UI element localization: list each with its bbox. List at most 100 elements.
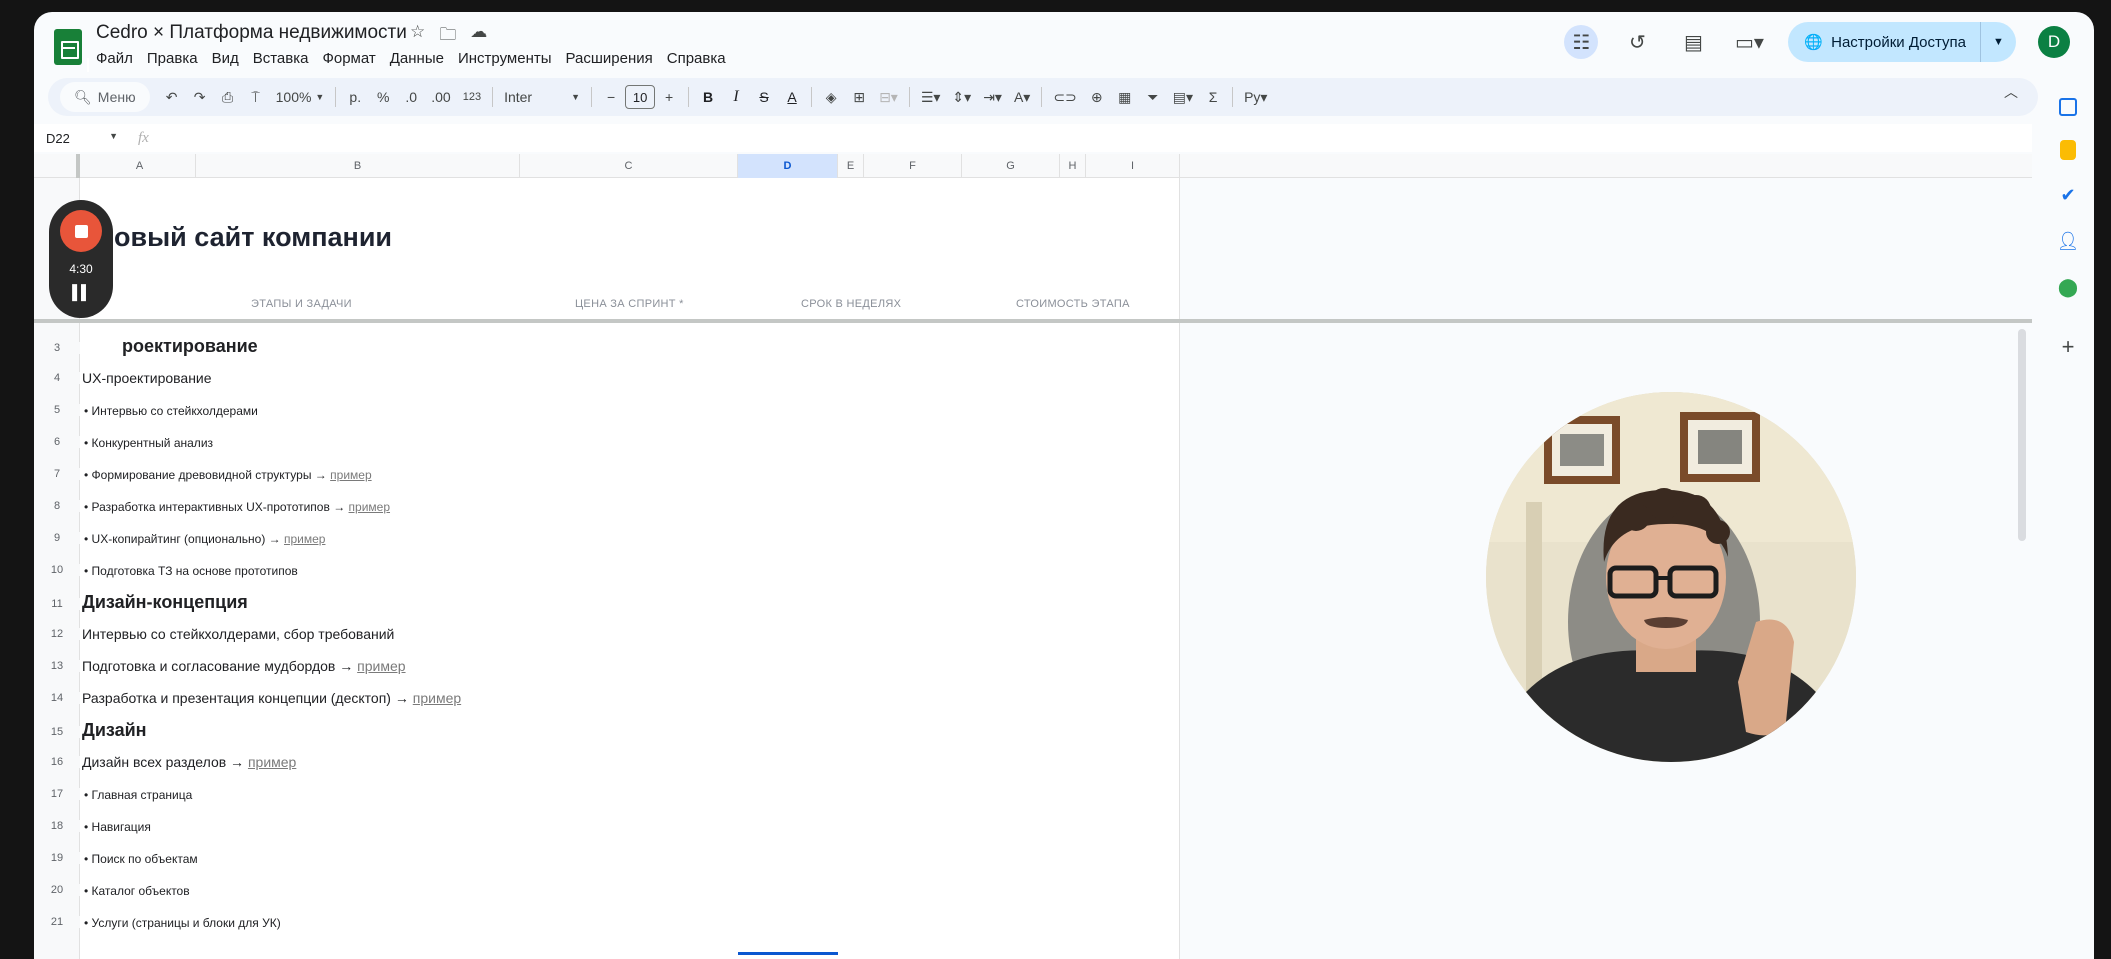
text-color-button[interactable]: A (778, 82, 806, 112)
task-cell[interactable]: • Услуги (страницы и блоки для УК) (84, 916, 281, 930)
font-size-input[interactable]: 10 (625, 85, 656, 109)
present-icon[interactable]: ☷ (1564, 25, 1599, 59)
column-header-g[interactable]: G (962, 154, 1060, 178)
menu-data[interactable]: Данные (390, 50, 444, 67)
calendar-icon[interactable] (2059, 98, 2077, 116)
task-cell[interactable]: Интервью со стейкхолдерами, сбор требова… (82, 626, 394, 642)
task-cell[interactable]: • Каталог объектов (84, 884, 190, 898)
insert-comment-icon[interactable]: ⊕ (1083, 82, 1111, 112)
task-cell[interactable]: • Подготовка ТЗ на основе прототипов (84, 564, 298, 578)
task-cell[interactable]: • Разработка интерактивных UX-прототипов… (84, 500, 390, 514)
borders-icon[interactable]: ⊞ (845, 82, 873, 112)
menu-extensions[interactable]: Расширения (566, 50, 653, 67)
history-icon[interactable]: ↺ (1620, 25, 1654, 59)
contacts-icon[interactable]: 👤︎ (2057, 230, 2080, 252)
strikethrough-button[interactable]: S (750, 82, 778, 112)
italic-button[interactable]: I (722, 82, 750, 112)
webcam-bubble[interactable] (1486, 392, 1856, 762)
section-heading-cell[interactable]: Дизайн (82, 720, 147, 741)
example-link[interactable]: пример (248, 754, 296, 770)
task-cell[interactable]: UX-проектирование (82, 370, 212, 386)
menu-edit[interactable]: Правка (147, 50, 198, 67)
horizontal-align-icon[interactable]: ☰▾ (915, 82, 947, 112)
row-header[interactable]: 18 (34, 820, 80, 832)
fill-color-icon[interactable]: ◈ (817, 82, 845, 112)
row-header[interactable]: 20 (34, 884, 80, 896)
column-header-a[interactable]: A (84, 154, 196, 178)
pause-icon[interactable]: ▌▌ (49, 284, 113, 300)
column-header-d[interactable]: D (738, 154, 838, 178)
row-header[interactable]: 7 (34, 468, 80, 480)
row-header[interactable]: 5 (34, 404, 80, 416)
menu-insert[interactable]: Вставка (253, 50, 309, 67)
select-all-corner[interactable] (34, 154, 80, 178)
font-size-increase-icon[interactable]: + (655, 82, 683, 112)
avatar[interactable]: D (2038, 26, 2070, 58)
task-cell[interactable]: • Интервью со стейкхолдерами (84, 404, 258, 418)
collapse-toolbar-icon[interactable]: ︿ (2004, 82, 2018, 102)
star-icon[interactable]: ☆ (410, 22, 425, 51)
task-cell[interactable]: • UX-копирайтинг (опционально) → пример (84, 532, 325, 546)
example-link[interactable]: пример (284, 532, 325, 546)
row-header[interactable]: 10 (34, 564, 80, 576)
comments-icon[interactable]: ▤ (1676, 25, 1710, 59)
menu-view[interactable]: Вид (212, 50, 239, 67)
example-link[interactable]: пример (330, 468, 371, 482)
print-icon[interactable]: ⎙ (214, 82, 242, 112)
column-header-h[interactable]: H (1060, 154, 1086, 178)
task-cell[interactable]: • Главная страница (84, 788, 192, 802)
font-size-decrease-icon[interactable]: − (597, 82, 625, 112)
text-wrap-icon[interactable]: ⇥▾ (977, 82, 1008, 112)
paint-format-icon[interactable]: ⍑ (242, 82, 270, 112)
vertical-scrollbar[interactable] (2018, 329, 2026, 541)
vertical-align-icon[interactable]: ⇕▾ (946, 82, 977, 112)
percent-format-button[interactable]: % (369, 82, 397, 112)
row-header[interactable]: 8 (34, 500, 80, 512)
column-header-f[interactable]: F (864, 154, 962, 178)
merge-cells-icon[interactable]: ⊟▾ (873, 82, 904, 112)
section-heading-cell[interactable]: Дизайн-концепция (82, 592, 248, 613)
row-header[interactable]: 16 (34, 756, 80, 768)
menu-file[interactable]: Файл (96, 50, 133, 67)
insert-chart-icon[interactable]: ▦ (1111, 82, 1139, 112)
column-header-i[interactable]: I (1086, 154, 1180, 178)
row-header[interactable]: 11 (34, 598, 80, 610)
share-button[interactable]: 🌐 Настройки Доступа ▼ (1788, 22, 2016, 62)
task-cell[interactable]: Дизайн всех разделов → пример (82, 754, 296, 770)
row-header[interactable]: 4 (34, 372, 80, 384)
column-header-e[interactable]: E (838, 154, 864, 178)
row-header[interactable]: 3 (34, 342, 80, 354)
menu-format[interactable]: Формат (322, 50, 375, 67)
column-header-c[interactable]: C (520, 154, 738, 178)
filter-icon[interactable]: ⏷ (1139, 82, 1167, 112)
text-rotation-button[interactable]: A ▾ (1008, 82, 1036, 112)
increase-decimal-button[interactable]: .00 (425, 82, 456, 112)
functions-button[interactable]: Σ (1199, 82, 1227, 112)
sheets-logo-icon[interactable] (54, 29, 89, 72)
task-cell[interactable]: • Формирование древовидной структуры → п… (84, 468, 372, 482)
task-cell[interactable]: Подготовка и согласование мудбордов → пр… (82, 658, 406, 674)
row-header[interactable]: 15 (34, 726, 80, 738)
freeze-divider[interactable] (34, 319, 2032, 323)
undo-icon[interactable]: ↶ (158, 82, 186, 112)
task-cell[interactable]: Разработка и презентация концепции (деск… (82, 690, 461, 706)
menu-search[interactable]: 🔍︎ Меню (60, 82, 150, 112)
row-header[interactable]: 9 (34, 532, 80, 544)
cloud-status-icon[interactable]: ☁ (470, 22, 487, 51)
row-header[interactable]: 6 (34, 436, 80, 448)
row-header[interactable]: 12 (34, 628, 80, 640)
example-link[interactable]: пример (357, 658, 405, 674)
row-header[interactable]: 21 (34, 916, 80, 928)
redo-icon[interactable]: ↷ (186, 82, 214, 112)
section-heading-cell[interactable]: роектирование (122, 336, 258, 357)
document-title[interactable]: Cedro × Платформа недвижимости (96, 22, 407, 44)
font-select[interactable]: Inter ▼ (498, 82, 586, 112)
zoom-select[interactable]: 100% ▼ (270, 82, 331, 112)
name-box[interactable]: D22 ▼ (34, 131, 128, 146)
maps-icon[interactable]: ⬤ (2057, 276, 2079, 298)
row-header[interactable]: 17 (34, 788, 80, 800)
keep-icon[interactable] (2060, 140, 2076, 160)
decrease-decimal-button[interactable]: .0 (397, 82, 425, 112)
task-cell[interactable]: • Конкурентный анализ (84, 436, 213, 450)
row-header[interactable]: 13 (34, 660, 80, 672)
